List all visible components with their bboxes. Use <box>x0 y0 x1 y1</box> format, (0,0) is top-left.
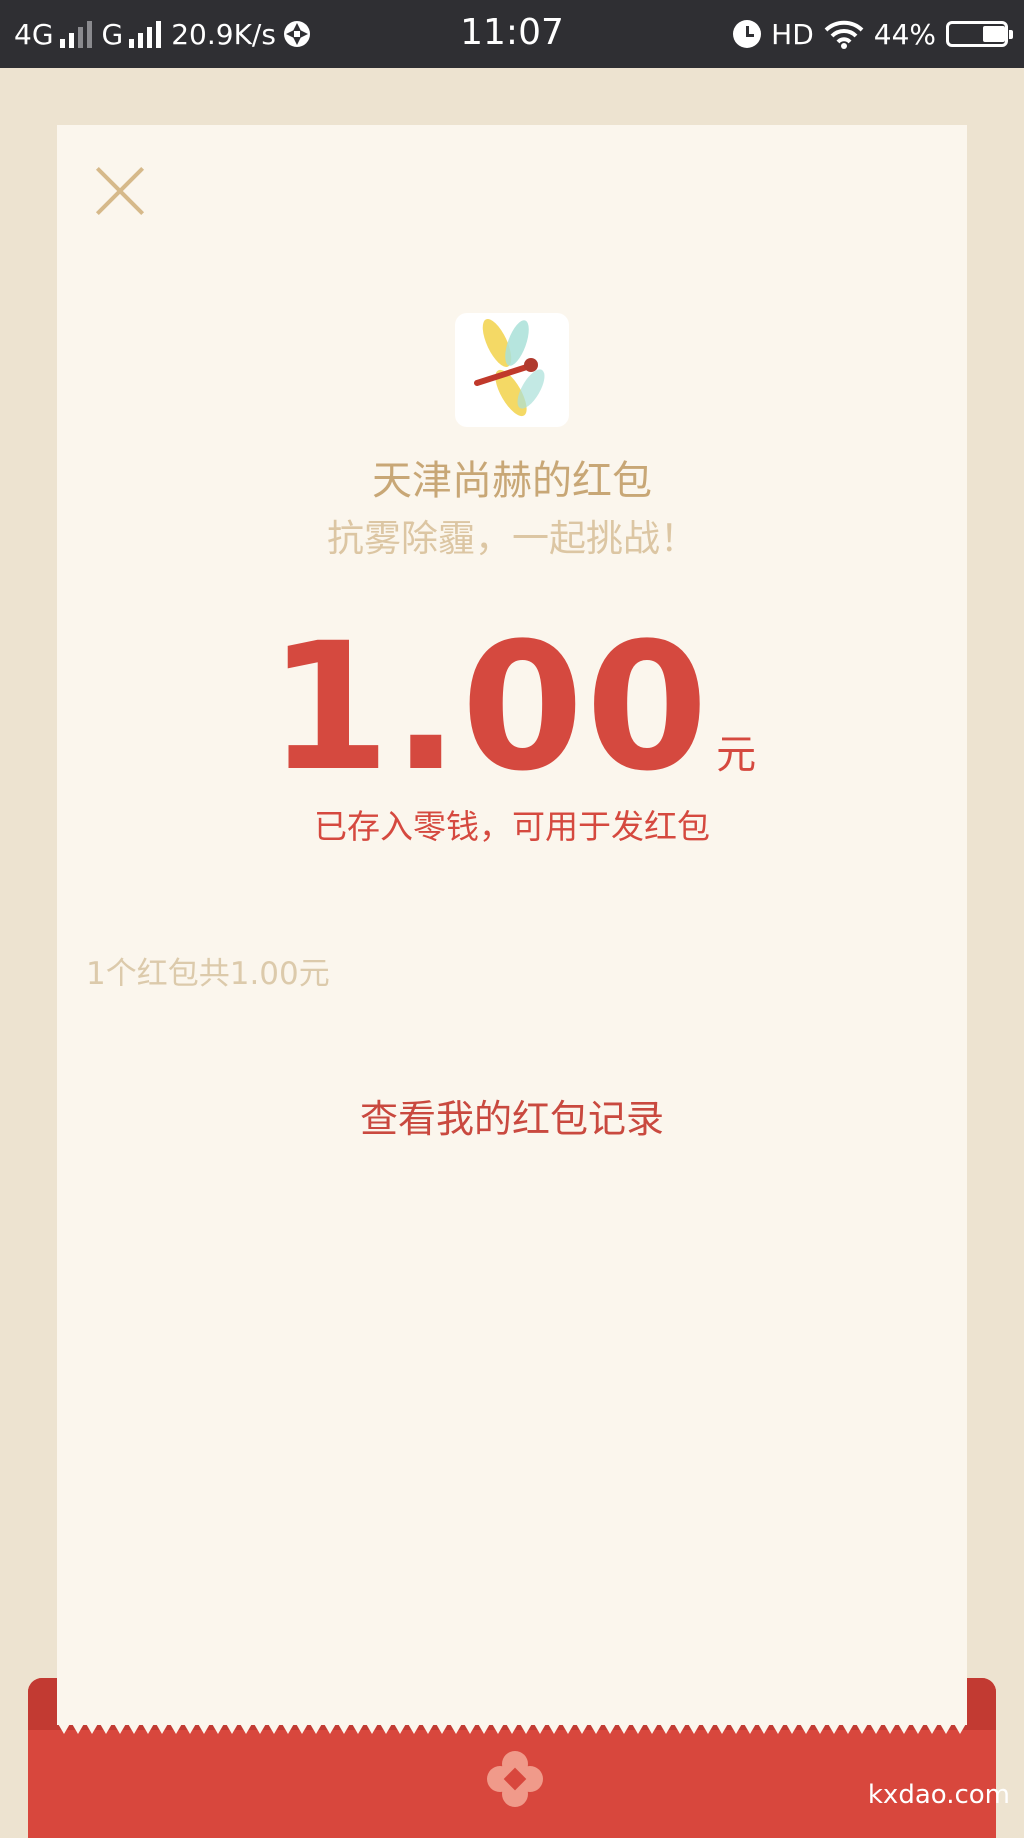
wifi-icon <box>824 20 864 49</box>
deposit-note: 已存入零钱，可用于发红包 <box>314 807 710 846</box>
close-icon[interactable] <box>92 163 148 219</box>
hd-label: HD <box>771 17 814 51</box>
status-bar: 4G G 20.9K/s 11:07 HD 44% <box>0 0 1024 68</box>
sender-avatar <box>455 313 569 427</box>
watermark: kxdao.com <box>867 1780 1010 1810</box>
amount-value: 1.00 <box>267 605 711 810</box>
dragonfly-icon <box>474 319 545 417</box>
amount-unit: 元 <box>716 732 757 778</box>
packet-summary: 1个红包共1.00元 <box>86 956 330 992</box>
blessing-text: 抗雾除霾，一起挑战！ <box>327 517 697 560</box>
status-right: HD 44% <box>723 14 1013 54</box>
flower-logo-icon <box>487 1751 543 1807</box>
history-link-row: 查看我的红包记录 <box>0 1088 1024 1143</box>
view-history-link[interactable]: 查看我的红包记录 <box>360 1097 664 1141</box>
sender-name: 天津尚赫的红包 <box>372 458 652 504</box>
battery-icon <box>946 21 1013 47</box>
battery-percent: 44% <box>873 17 936 51</box>
alarm-icon <box>733 20 762 48</box>
card-zigzag-edge <box>57 1722 967 1734</box>
amount-row: 1.00 元 <box>0 620 1024 796</box>
